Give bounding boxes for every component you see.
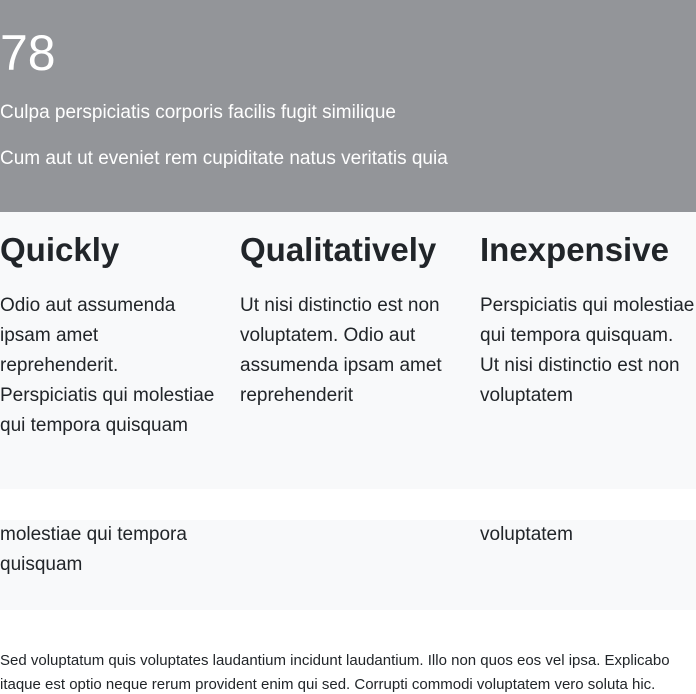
feature-title: Qualitatively bbox=[240, 231, 437, 268]
repeated-line: molestiae qui tempora bbox=[0, 524, 187, 545]
feature-title: Inexpensive bbox=[480, 231, 669, 268]
hero-banner: 78 Culpa perspiciatis corporis facilis f… bbox=[0, 0, 696, 212]
feature-inexpensive: Inexpensive Perspiciatis qui molestiae q… bbox=[480, 230, 696, 411]
repeated-line: quisquam bbox=[0, 554, 83, 575]
features-section: Quickly Odio aut assumenda ipsam amet re… bbox=[0, 212, 696, 489]
repeated-features-section: molestiae qui tempora quisquam voluptate… bbox=[0, 520, 696, 610]
feature-text: Odio aut assumenda ipsam amet reprehende… bbox=[0, 295, 215, 436]
repeated-feature-text: molestiae qui tempora quisquam bbox=[0, 520, 187, 580]
feature-qualitatively: Qualitatively Ut nisi distinctio est non… bbox=[240, 230, 456, 411]
feature-quickly: Quickly Odio aut assumenda ipsam amet re… bbox=[0, 230, 216, 441]
body-paragraph: Sed voluptatum quis voluptates laudantiu… bbox=[0, 652, 670, 693]
repeated-line: voluptatem bbox=[480, 524, 573, 545]
hero-subtitle: Culpa perspiciatis corporis facilis fugi… bbox=[0, 102, 396, 123]
repeated-feature-text: voluptatem bbox=[480, 520, 573, 550]
feature-text: Ut nisi distinctio est non voluptatem. O… bbox=[240, 295, 442, 406]
hero-description: Cum aut ut eveniet rem cupiditate natus … bbox=[0, 148, 448, 169]
feature-text: Perspiciatis qui molestiae qui tempora q… bbox=[480, 295, 695, 406]
feature-title: Quickly bbox=[0, 231, 120, 268]
hero-number: 78 bbox=[0, 25, 56, 81]
page: 78 Culpa perspiciatis corporis facilis f… bbox=[0, 0, 696, 694]
section-divider bbox=[0, 489, 696, 521]
